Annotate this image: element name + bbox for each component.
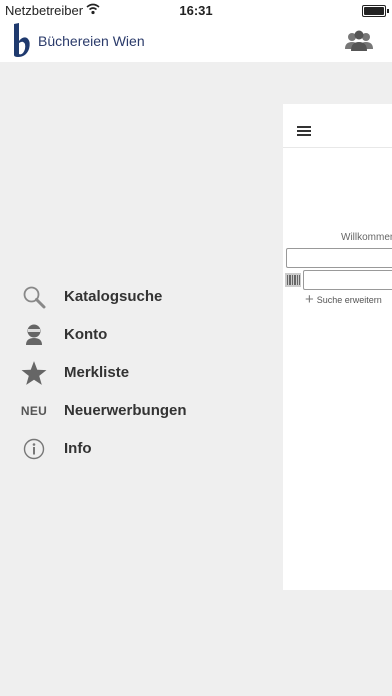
battery-icon [362,5,389,17]
menu-item-katalogsuche[interactable]: Katalogsuche [0,278,280,316]
menu-label-merkliste: Merkliste [64,364,130,381]
expand-search-label: Suche erweitern [316,295,382,305]
plus-icon: + [305,291,314,308]
users-icon[interactable] [344,29,374,53]
menu-item-konto[interactable]: Konto [0,316,280,354]
search-icon [20,284,48,310]
hamburger-menu-icon[interactable] [297,126,311,136]
menu-label-neuerwerbungen: Neuerwerbungen [64,402,187,419]
star-icon [20,360,48,386]
menu-item-info[interactable]: Info [0,430,280,468]
app-header: Büchereien Wien [0,20,392,62]
menu-label-info: Info [64,440,92,457]
b-logo-icon[interactable] [10,22,32,60]
app-title: Büchereien Wien [38,33,145,49]
search-input[interactable] [286,248,392,268]
welcome-text: Willkommen [341,232,392,243]
menu-label-katalogsuche: Katalogsuche [64,288,163,305]
status-bar: Netzbetreiber 16:31 [0,0,392,20]
new-badge-text: NEU [20,404,48,418]
barcode-icon[interactable] [285,273,301,287]
new-badge-icon: NEU [20,398,48,424]
menu-label-konto: Konto [64,326,108,343]
info-icon [20,436,48,462]
barcode-search-input[interactable] [303,270,392,290]
menu-item-neuerwerbungen[interactable]: NEU Neuerwerbungen [0,392,280,430]
main-content-panel[interactable]: Willkommen + Suche erweitern [283,104,392,590]
clock: 16:31 [179,3,213,18]
panel-header [283,104,392,148]
menu-item-merkliste[interactable]: Merkliste [0,354,280,392]
user-icon [20,322,48,348]
expand-search-link[interactable]: + Suche erweitern [305,291,382,308]
